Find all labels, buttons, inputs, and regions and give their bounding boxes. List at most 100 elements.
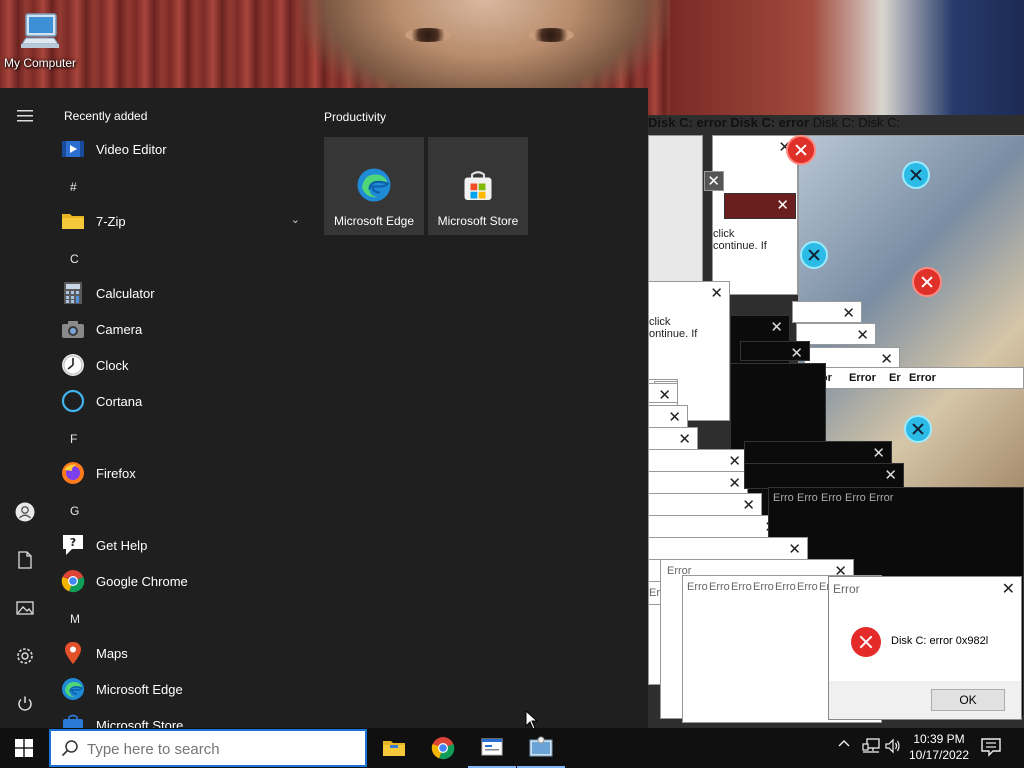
wallpaper-flag — [670, 0, 1024, 130]
tile-microsoft-store[interactable]: Microsoft Store — [428, 137, 528, 235]
start-menu: Recently added Video Editor # 7-Zip ⌄ C … — [0, 88, 648, 728]
app-label: Clock — [96, 357, 129, 373]
app-cortana[interactable]: Cortana — [60, 383, 310, 419]
desktop-icon-my-computer[interactable]: My Computer — [2, 10, 78, 70]
wallpaper-eye-right — [528, 28, 574, 42]
app-window-icon — [481, 738, 503, 756]
close-icon[interactable]: ✕ — [678, 430, 691, 448]
show-hidden-icons-button[interactable] — [838, 738, 850, 753]
taskbar-app-window[interactable] — [468, 728, 516, 768]
pictures-button[interactable] — [0, 588, 50, 628]
tile-microsoft-edge[interactable]: Microsoft Edge — [324, 137, 424, 235]
cortana-icon — [60, 388, 86, 414]
camera-icon — [60, 316, 86, 342]
close-icon[interactable]: ✕ — [728, 474, 741, 492]
close-icon[interactable]: ✕ — [668, 408, 681, 426]
close-icon[interactable]: ✕ — [658, 386, 671, 402]
edge-icon — [60, 676, 86, 702]
store-icon — [60, 712, 86, 728]
ok-button[interactable]: OK — [931, 689, 1005, 711]
pictures-icon — [16, 601, 34, 615]
app-microsoft-edge[interactable]: Microsoft Edge — [60, 671, 310, 707]
volume-button[interactable] — [885, 738, 901, 757]
error-window — [648, 135, 703, 295]
close-icon[interactable]: ✕ — [842, 304, 855, 322]
error-window-title: Erro — [773, 492, 794, 504]
close-icon[interactable]: ✕ — [884, 466, 897, 484]
error-window-title: Erro — [753, 581, 774, 593]
error-window-title: Erro — [797, 581, 818, 593]
close-icon[interactable]: ✕ — [788, 540, 801, 558]
maps-icon — [60, 640, 86, 666]
clock-time: 10:39 PM — [913, 732, 965, 746]
account-button[interactable] — [0, 492, 50, 532]
wallpaper-eye-left — [405, 28, 451, 42]
mouse-cursor-icon — [525, 710, 539, 730]
error-window: ✕ — [648, 493, 762, 517]
section-letter[interactable]: M — [70, 612, 80, 626]
error-message: Disk C: error — [730, 115, 810, 130]
close-icon[interactable]: ✕ — [776, 196, 789, 214]
windows-logo-icon — [15, 739, 33, 757]
error-blue-icon — [800, 241, 828, 269]
app-label: 7-Zip — [96, 213, 126, 229]
app-7-zip[interactable]: 7-Zip ⌄ — [60, 203, 310, 239]
close-icon[interactable]: ✕ — [742, 496, 755, 514]
search-input[interactable] — [87, 738, 357, 760]
section-letter[interactable]: F — [70, 432, 77, 446]
close-icon[interactable]: ✕ — [872, 444, 885, 462]
calculator-icon — [60, 280, 86, 306]
app-label: Video Editor — [96, 141, 167, 157]
close-icon[interactable]: ✕ — [710, 284, 723, 302]
app-google-chrome[interactable]: Google Chrome — [60, 563, 310, 599]
chevron-down-icon[interactable]: ⌄ — [291, 213, 300, 226]
app-label: Microsoft Edge — [96, 681, 183, 697]
search-box[interactable] — [49, 729, 367, 767]
taskbar-file-explorer[interactable] — [370, 728, 418, 768]
start-button[interactable] — [0, 728, 48, 768]
chrome-icon — [431, 737, 455, 760]
error-window-titlebar: ✕ — [724, 193, 796, 219]
taskbar-clock[interactable]: 10:39 PM 10/17/2022 — [905, 731, 973, 763]
app-firefox[interactable]: Firefox — [60, 455, 310, 491]
desktop-icon-label: My Computer — [3, 56, 77, 70]
app-clock[interactable]: Clock — [60, 347, 310, 383]
section-letter[interactable]: C — [70, 252, 79, 266]
network-button[interactable] — [862, 738, 880, 757]
section-letter[interactable]: G — [70, 504, 79, 518]
expand-menu-button[interactable] — [0, 96, 50, 136]
app-get-help[interactable]: ? Get Help — [60, 527, 310, 563]
dialog-close-button[interactable]: ✕ — [1002, 579, 1015, 599]
recently-added-heading: Recently added — [64, 109, 148, 123]
app-video-editor[interactable]: Video Editor — [60, 131, 310, 167]
close-icon[interactable]: ✕ — [770, 318, 783, 336]
taskbar-error-app[interactable] — [517, 728, 565, 768]
power-button[interactable] — [0, 684, 50, 724]
dialog-message: Disk C: error 0x982l — [891, 635, 989, 647]
app-maps[interactable]: Maps — [60, 635, 310, 671]
start-rail — [0, 88, 50, 728]
close-icon[interactable]: ✕ — [707, 172, 720, 190]
user-icon — [15, 502, 35, 522]
settings-button[interactable] — [0, 636, 50, 676]
taskbar-chrome[interactable] — [419, 728, 467, 768]
close-icon[interactable]: ✕ — [790, 344, 803, 360]
action-center-button[interactable] — [980, 736, 1002, 761]
dialog-title: Error — [833, 582, 860, 596]
chrome-icon — [60, 568, 86, 594]
app-label: Calculator — [96, 285, 155, 301]
error-window-title: Erro — [687, 581, 708, 593]
documents-button[interactable] — [0, 540, 50, 580]
close-icon[interactable]: ✕ — [728, 452, 741, 470]
chevron-up-icon — [838, 740, 850, 747]
error-window: ✕ — [648, 383, 678, 403]
search-icon — [61, 740, 78, 757]
close-icon[interactable]: ✕ — [880, 350, 893, 368]
notification-icon — [981, 738, 1001, 757]
error-window: ✕ — [648, 427, 698, 451]
app-camera[interactable]: Camera — [60, 311, 310, 347]
close-icon[interactable]: ✕ — [856, 326, 869, 344]
app-microsoft-store[interactable]: Microsoft Store — [60, 707, 310, 728]
section-letter[interactable]: # — [70, 180, 77, 194]
app-calculator[interactable]: Calculator — [60, 275, 310, 311]
